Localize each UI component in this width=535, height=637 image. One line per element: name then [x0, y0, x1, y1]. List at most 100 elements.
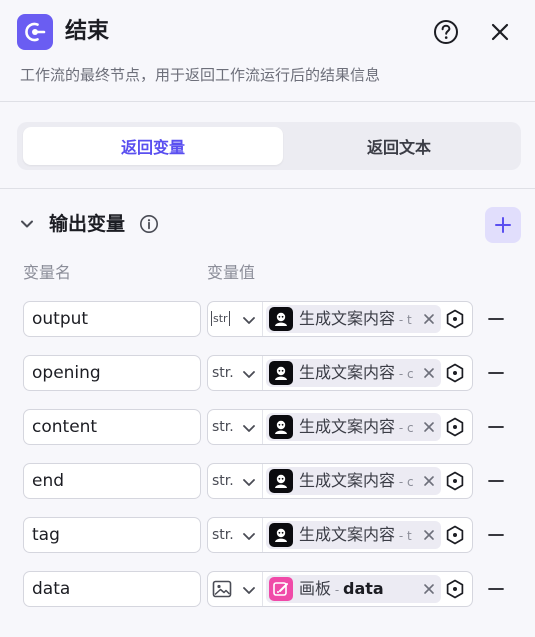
variable-value-field: str. 生成文案内容 - c: [207, 355, 473, 391]
remove-variable-button[interactable]: [486, 309, 506, 329]
close-icon: [424, 422, 434, 432]
reference-separator: - t: [395, 312, 412, 327]
hexagon-icon: [446, 309, 464, 329]
plus-icon: [495, 217, 511, 233]
remove-variable-button[interactable]: [486, 579, 506, 599]
reference-separator: -: [331, 582, 343, 597]
variable-row: str 生成文案内容 - t: [0, 301, 535, 337]
image-type-icon: [212, 580, 232, 598]
variable-value-field: str. 生成文案内容 - c: [207, 409, 473, 445]
hexagon-icon: [446, 417, 464, 437]
type-select[interactable]: str.: [208, 518, 263, 552]
workflow-node-icon: [275, 474, 287, 488]
reference-node-label: 生成文案内容: [299, 308, 396, 328]
info-icon[interactable]: [139, 214, 159, 234]
remove-variable-button[interactable]: [486, 417, 506, 437]
tab-return-text[interactable]: 返回文本: [283, 127, 515, 165]
chevron-down-icon: [241, 366, 257, 382]
workflow-node-icon: [269, 307, 293, 331]
workflow-node-icon: [275, 312, 287, 326]
chevron-down-icon[interactable]: [17, 214, 37, 234]
workflow-node-icon: [269, 469, 293, 493]
node-description: 工作流的最终节点，用于返回工作流运行后的结果信息: [20, 66, 381, 84]
clear-reference-icon[interactable]: [421, 473, 437, 489]
type-label: str: [211, 311, 230, 326]
reference-node-label: 生成文案内容: [299, 416, 396, 436]
variable-name-input[interactable]: [23, 463, 201, 499]
chevron-down-icon: [243, 533, 255, 540]
chevron-down-icon: [241, 312, 257, 328]
type-select[interactable]: str.: [208, 356, 263, 390]
variable-name-input[interactable]: [23, 517, 201, 553]
reference-node-label: 生成文案内容: [299, 470, 396, 490]
variable-picker-icon[interactable]: [444, 362, 466, 384]
chevron-down-icon: [243, 479, 255, 486]
clear-reference-icon[interactable]: [421, 365, 437, 381]
variable-row: str. 生成文案内容 - c: [0, 409, 535, 445]
tab-return-variables[interactable]: 返回变量: [23, 127, 283, 165]
variable-name-input[interactable]: [23, 571, 201, 607]
variable-reference-tag[interactable]: 画板 - data: [266, 575, 441, 603]
hexagon-icon: [446, 471, 464, 491]
type-select[interactable]: str.: [208, 410, 263, 444]
canvas-icon: [269, 577, 293, 601]
type-select[interactable]: str.: [208, 464, 263, 498]
variable-name-input[interactable]: [23, 409, 201, 445]
chevron-down-icon: [243, 371, 255, 378]
close-icon[interactable]: [486, 18, 514, 46]
end-node-icon: [17, 14, 53, 50]
variable-name-input[interactable]: [23, 355, 201, 391]
variable-name-input[interactable]: [23, 301, 201, 337]
add-variable-button[interactable]: [485, 207, 521, 243]
variable-picker-icon[interactable]: [444, 470, 466, 492]
column-label-value: 变量值: [207, 263, 256, 282]
reference-separator: - t: [395, 528, 412, 543]
variable-value-field: str. 生成文案内容 - t: [207, 517, 473, 553]
variable-row: str. 生成文案内容 - t: [0, 517, 535, 553]
clear-reference-icon[interactable]: [421, 581, 437, 597]
variable-reference-tag[interactable]: 生成文案内容 - c: [266, 413, 441, 441]
reference-field-label: data: [342, 578, 384, 598]
reference-text: 生成文案内容 - t: [299, 308, 417, 331]
type-select[interactable]: str: [208, 302, 263, 336]
variable-reference-tag[interactable]: 生成文案内容 - t: [266, 305, 441, 333]
reference-text: 生成文案内容 - t: [299, 524, 417, 547]
chevron-down-icon: [241, 582, 257, 598]
clear-reference-icon[interactable]: [421, 527, 437, 543]
variable-picker-icon[interactable]: [444, 308, 466, 330]
type-select[interactable]: [208, 572, 263, 606]
remove-variable-button[interactable]: [486, 471, 506, 491]
minus-icon: [488, 534, 504, 536]
reference-separator: - c: [395, 420, 414, 435]
variable-row: str. 生成文案内容 - c: [0, 463, 535, 499]
chevron-down-icon: [241, 420, 257, 436]
workflow-node-icon: [275, 366, 287, 380]
minus-icon: [488, 588, 504, 590]
hexagon-icon: [446, 579, 464, 599]
close-icon: [424, 530, 434, 540]
help-icon[interactable]: [432, 18, 460, 46]
remove-variable-button[interactable]: [486, 363, 506, 383]
variable-picker-icon[interactable]: [444, 578, 466, 600]
chevron-down-icon: [243, 587, 255, 594]
workflow-node-icon: [269, 523, 293, 547]
remove-variable-button[interactable]: [486, 525, 506, 545]
chevron-down-icon: [243, 425, 255, 432]
reference-text: 生成文案内容 - c: [299, 362, 417, 385]
return-mode-tabs: 返回变量 返回文本: [17, 122, 521, 170]
close-icon: [424, 584, 434, 594]
variable-picker-icon[interactable]: [444, 524, 466, 546]
variable-reference-tag[interactable]: 生成文案内容 - c: [266, 359, 441, 387]
variable-value-field: 画板 - data: [207, 571, 473, 607]
close-icon: [424, 476, 434, 486]
variable-reference-tag[interactable]: 生成文案内容 - c: [266, 467, 441, 495]
minus-icon: [488, 426, 504, 428]
variable-picker-icon[interactable]: [444, 416, 466, 438]
workflow-node-icon: [275, 420, 287, 434]
column-label-name: 变量名: [23, 263, 72, 282]
variable-reference-tag[interactable]: 生成文案内容 - t: [266, 521, 441, 549]
type-label: str.: [212, 365, 234, 381]
clear-reference-icon[interactable]: [421, 311, 437, 327]
clear-reference-icon[interactable]: [421, 419, 437, 435]
close-icon: [424, 314, 434, 324]
